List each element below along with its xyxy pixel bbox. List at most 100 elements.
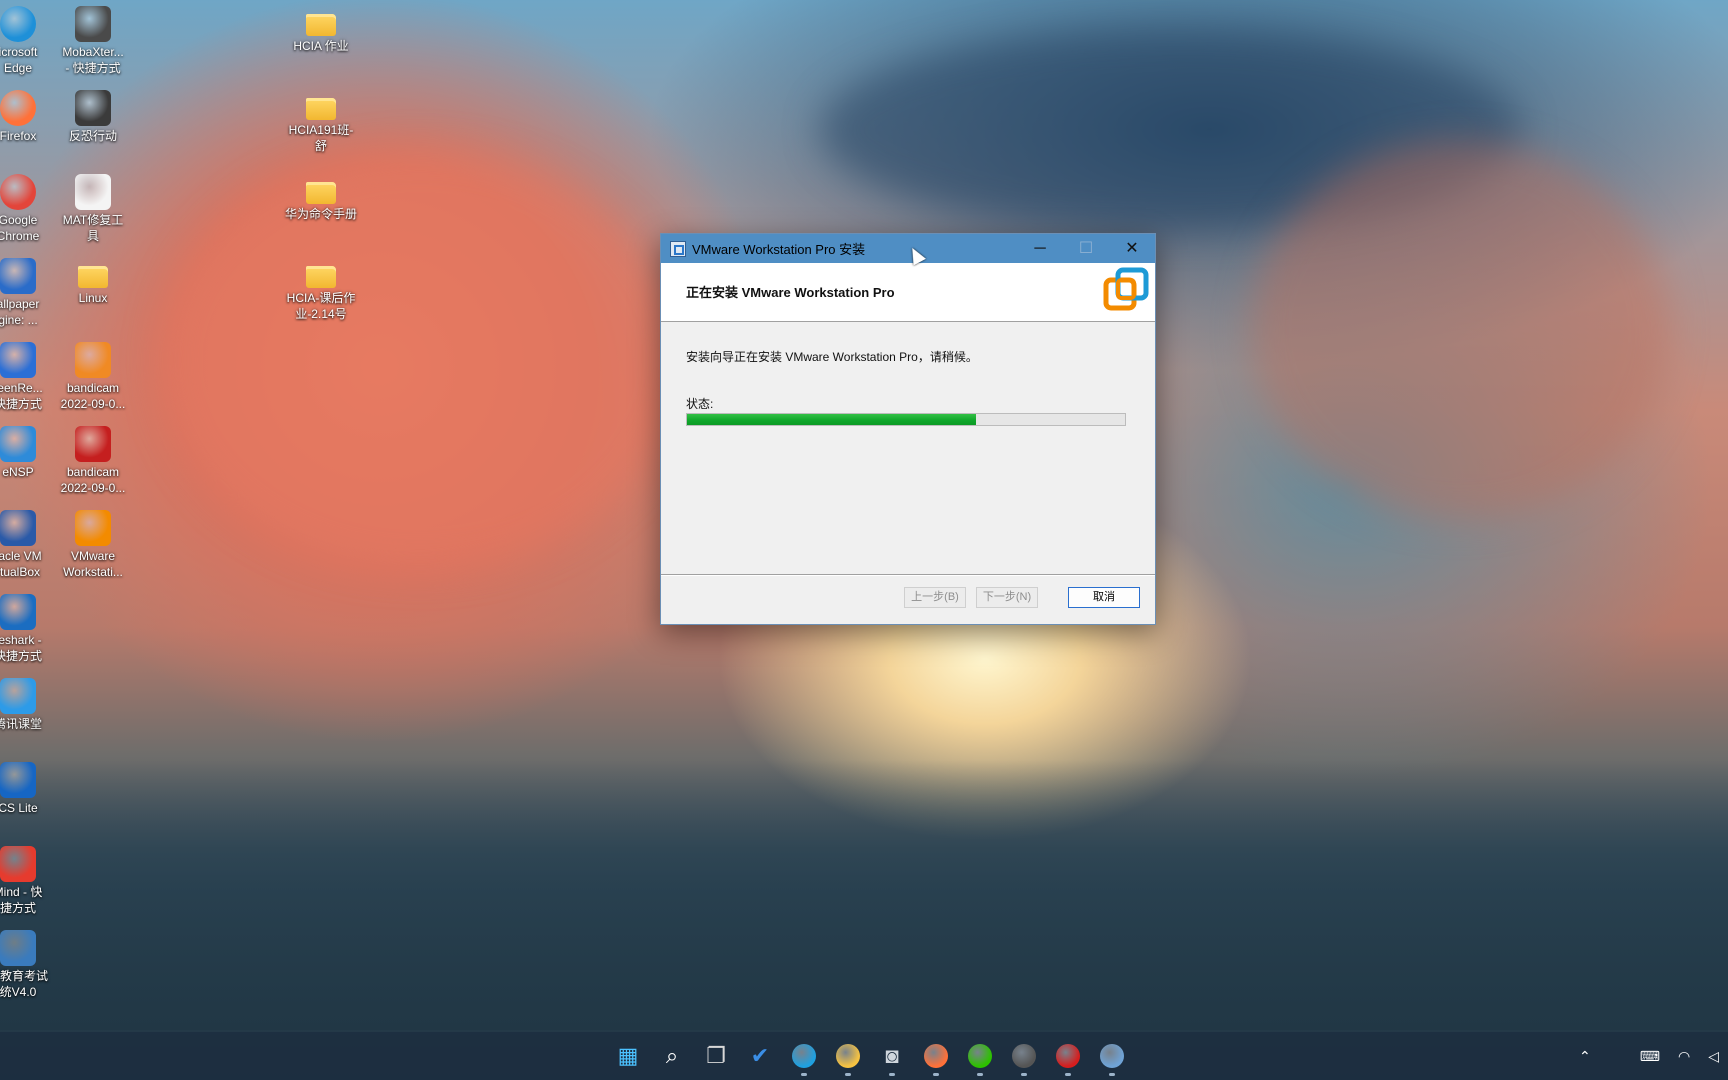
desktop-icon[interactable]: 来教育考试 统V4.0 [0,928,56,1000]
firefox-icon [0,90,36,126]
desktop-icon-label: Mind - 快 捷方式 [0,885,43,915]
desktop-icon-label: bandicam 2022-09-0... [60,465,126,495]
taskbar-file-explorer-button[interactable] [826,1034,870,1078]
taskbar-apps: ▦ ⌕ ❐ ✔ ◙ [606,1032,1134,1080]
desktop-icon[interactable]: MobaXter... - 快捷方式 [55,4,131,76]
ensp-icon [0,426,36,462]
taskbar-start-button[interactable]: ▦ [606,1034,650,1078]
minimize-button[interactable]: ─ [1017,234,1063,263]
edge-icon [0,6,36,42]
tencent-classroom-icon [0,678,36,714]
close-button[interactable]: ✕ [1109,234,1155,263]
desktop-icon[interactable]: HCIA191班- 舒 [283,88,359,154]
folder-icon [306,98,336,120]
desktop-icon[interactable]: Linux [55,256,131,306]
taskbar-bandicam-button[interactable] [1046,1034,1090,1078]
desktop-icon[interactable]: Mind - 快 捷方式 [0,844,56,916]
search-icon: ⌕ [665,1043,679,1068]
running-indicator [1109,1073,1115,1076]
taskbar-search-button[interactable]: ⌕ [650,1034,694,1078]
desktop-icon-label: VMware Workstati... [63,549,123,579]
desktop-icon[interactable]: HCIA-课后作 业-2.14号 [283,256,359,322]
todo-icon: ✔ [750,1043,770,1068]
desktop-icon-label: Google Chrome [0,213,40,243]
start-icon: ▦ [617,1043,639,1068]
desktop-icon[interactable]: MAT修复工 具 [55,172,131,244]
wifi-icon[interactable]: ◠ [1678,1048,1690,1065]
taskbar-edge-button[interactable] [782,1034,826,1078]
desktop-icon[interactable]: reenRe... 快捷方式 [0,340,56,412]
desktop-icon[interactable]: HCIA 作业 [283,4,359,54]
desktop-icon-label: reshark - 快捷方式 [0,633,42,663]
install-description: 安装向导正在安装 VMware Workstation Pro，请稍候。 [686,350,978,364]
desktop-icon-label: racle VM rtualBox [0,549,42,579]
desktop-icon[interactable]: Firefox [0,88,56,144]
window-title: VMware Workstation Pro 安装 [692,242,866,257]
taskbar-task-view-button[interactable]: ❐ [694,1034,738,1078]
desktop-icon[interactable]: eNSP [0,424,56,480]
camera-icon: ◙ [885,1043,899,1068]
ev-cs-lite-icon [0,762,36,798]
cancel-button[interactable]: 取消 [1068,587,1140,608]
wallpaper-cloud [160,150,680,570]
desktop-icon[interactable]: allpaper gine: ... [0,256,56,328]
desktop-icon-label: allpaper gine: ... [0,297,40,327]
desktop-icon[interactable]: CS Lite [0,760,56,816]
firefox-icon [924,1044,948,1068]
taskbar-firefox-button[interactable] [914,1034,958,1078]
folder-icon [78,266,108,288]
desktop-icon[interactable]: bandicam 2022-09-0... [55,340,131,412]
file-explorer-icon [836,1044,860,1068]
installer-window: VMware Workstation Pro 安装 ─ ☐ ✕ 正在安装 VMw… [660,233,1156,625]
desktop-icon-label: HCIA-课后作 业-2.14号 [286,291,356,321]
taskbar-counter-strike-button[interactable] [1002,1034,1046,1078]
vmware-installer-icon [1100,1044,1124,1068]
file-icon [75,174,111,210]
bandicam-icon [75,426,111,462]
desktop-icon-label: 华为命令手册 [284,207,357,221]
desktop-icon[interactable]: 反恐行动 [55,88,131,144]
next-button[interactable]: 下一步(N) [976,587,1038,608]
maximize-button[interactable]: ☐ [1063,234,1109,263]
taskbar-wechat-button[interactable] [958,1034,1002,1078]
desktop-icon[interactable]: bandicam 2022-09-0... [55,424,131,496]
desktop-icon[interactable]: 华为命令手册 [283,172,359,222]
xmind-icon [0,846,36,882]
wireshark-icon [0,594,36,630]
mobaxterm-icon [75,6,111,42]
desktop-icon-label: eNSP [2,465,34,479]
taskbar-camera-button[interactable]: ◙ [870,1034,914,1078]
running-indicator [977,1073,983,1076]
running-indicator [801,1073,807,1076]
screen-recorder-icon [0,342,36,378]
counter-strike-icon [1012,1044,1036,1068]
vmware-logo-icon [1103,267,1149,311]
back-button[interactable]: 上一步(B) [904,587,966,608]
volume-icon[interactable]: ◁ [1708,1048,1719,1065]
bandicam-icon [1056,1044,1080,1068]
title-bar[interactable]: VMware Workstation Pro 安装 ─ ☐ ✕ [661,234,1155,263]
desktop-icon-label: 来教育考试 统V4.0 [0,969,48,999]
keyboard-icon[interactable]: ⌨ [1640,1048,1660,1065]
status-label: 状态: [686,397,714,411]
wallpaper-engine-icon [0,258,36,294]
running-indicator [845,1073,851,1076]
desktop-icon[interactable]: racle VM rtualBox [0,508,56,580]
desktop-icon-label: MobaXter... - 快捷方式 [62,45,124,75]
desktop-icon[interactable]: icrosoft Edge [0,4,56,76]
chrome-icon [0,174,36,210]
taskbar-todo-button[interactable]: ✔ [738,1034,782,1078]
chevron-up-icon[interactable]: ⌃ [1579,1048,1591,1065]
taskbar-vmware-installer-button[interactable] [1090,1034,1134,1078]
desktop-icon-label: HCIA191班- 舒 [288,123,354,153]
desktop-icon[interactable]: VMware Workstati... [55,508,131,580]
running-indicator [1021,1073,1027,1076]
desktop-icon[interactable]: reshark - 快捷方式 [0,592,56,664]
desktop-icon[interactable]: Google Chrome [0,172,56,244]
running-indicator [1065,1073,1071,1076]
exam-system-icon [0,930,36,966]
folder-icon [306,182,336,204]
installer-header: 正在安装 VMware Workstation Pro [661,263,1155,322]
desktop-icon[interactable]: 腾讯课堂 [0,676,56,732]
counter-strike-icon [75,90,111,126]
